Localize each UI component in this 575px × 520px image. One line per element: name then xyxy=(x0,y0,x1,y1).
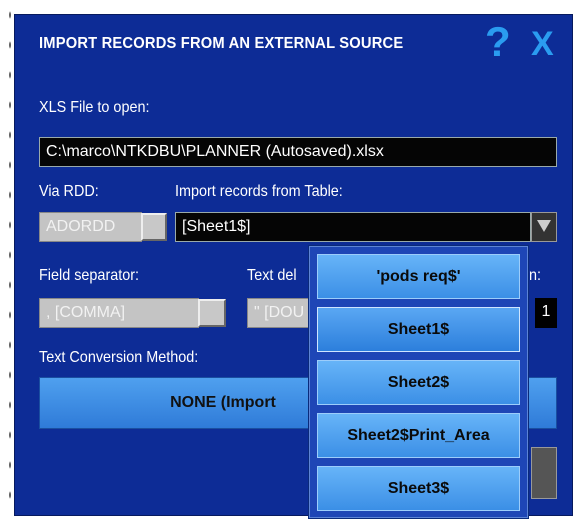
table-select[interactable]: [Sheet1$] xyxy=(175,212,531,242)
dropdown-option[interactable]: Sheet3$ xyxy=(317,466,520,511)
file-path-input[interactable]: C:\marco\NTKDBU\PLANNER (Autosaved).xlsx xyxy=(39,137,557,167)
file-label: XLS File to open: xyxy=(39,99,150,116)
close-icon[interactable]: X xyxy=(531,27,554,61)
table-label: Import records from Table: xyxy=(175,183,343,200)
rdd-field: ADORDD xyxy=(39,212,142,242)
conversion-label: Text Conversion Method: xyxy=(39,349,199,366)
delimiter-field: " [DOU xyxy=(247,298,309,328)
hidden-field-value[interactable]: 1 xyxy=(535,298,557,328)
table-dropdown-list: 'pods req$' Sheet1$ Sheet2$ Sheet2$Print… xyxy=(308,245,529,519)
table-dropdown-button[interactable] xyxy=(531,212,557,242)
separator-select-button[interactable] xyxy=(198,299,226,327)
rdd-select-button[interactable] xyxy=(141,213,167,241)
rdd-label: Via RDD: xyxy=(39,183,99,200)
background-dots xyxy=(6,0,14,520)
hidden-field-label: n: xyxy=(529,267,542,284)
dialog-title: IMPORT RECORDS FROM AN EXTERNAL SOURCE xyxy=(39,35,404,52)
dropdown-option[interactable]: Sheet1$ xyxy=(317,307,520,352)
help-icon[interactable]: ? xyxy=(485,21,511,63)
separator-field: , [COMMA] xyxy=(39,298,199,328)
delimiter-label: Text del xyxy=(247,267,297,284)
separator-label: Field separator: xyxy=(39,267,140,284)
dropdown-option[interactable]: 'pods req$' xyxy=(317,254,520,299)
dropdown-option[interactable]: Sheet2$Print_Area xyxy=(317,413,520,458)
dropdown-option[interactable]: Sheet2$ xyxy=(317,360,520,405)
partial-button[interactable] xyxy=(531,447,557,499)
chevron-down-icon xyxy=(537,220,551,232)
